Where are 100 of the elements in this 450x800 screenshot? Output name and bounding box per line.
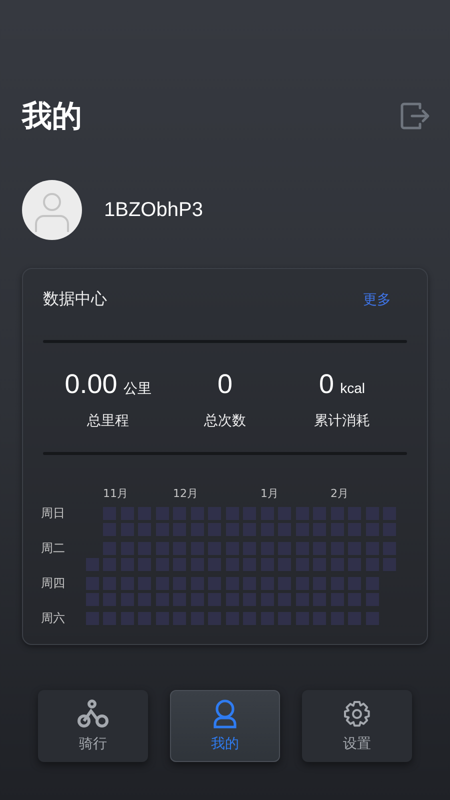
activity-cell [278, 522, 291, 536]
username: 1BZObhP3 [104, 198, 203, 222]
activity-cell [313, 522, 326, 536]
weekday-label: 周日 [41, 506, 65, 520]
activity-cell [226, 507, 238, 520]
activity-cell [138, 507, 151, 520]
activity-cell [330, 558, 344, 570]
activity-cell [383, 522, 396, 536]
activity-cell [383, 507, 396, 520]
stat-value: 0 [217, 369, 233, 400]
activity-cell [348, 577, 361, 590]
activity-cell [278, 577, 291, 590]
activity-cell [190, 507, 204, 520]
activity-cell [86, 577, 98, 590]
activity-cell [103, 592, 116, 606]
avatar-icon [22, 180, 82, 240]
activity-cell [208, 612, 221, 625]
stat-unit: 公里 [123, 380, 152, 398]
activity-cell [366, 612, 378, 625]
activity-cell [190, 542, 204, 555]
activity-cell [313, 507, 326, 520]
activity-cell [173, 507, 186, 520]
activity-cell [156, 542, 168, 555]
activity-cell [208, 522, 221, 536]
activity-cell [190, 522, 204, 536]
nav-tab[interactable]: 我的 [170, 690, 280, 762]
activity-cell [208, 592, 221, 606]
activity-cell [103, 522, 116, 536]
activity-cell [86, 592, 98, 606]
activity-cell [348, 522, 361, 536]
activity-cell [208, 542, 221, 555]
activity-cell [366, 507, 378, 520]
weekday-label: 周六 [41, 611, 65, 625]
nav-tab[interactable]: 设置 [302, 690, 412, 762]
activity-cell [330, 577, 344, 590]
activity-cell [226, 612, 238, 625]
activity-cell [366, 522, 378, 536]
activity-cell [208, 558, 221, 570]
activity-cell [348, 612, 361, 625]
activity-cell [156, 592, 168, 606]
more-link[interactable]: 更多 [363, 290, 391, 308]
activity-cell [366, 592, 378, 606]
activity-cell [156, 558, 168, 570]
activity-cell [243, 612, 256, 625]
month-label: 2月 [330, 486, 348, 501]
activity-cell [278, 507, 291, 520]
activity-cell [226, 577, 238, 590]
activity-cell [226, 558, 238, 570]
activity-cell [296, 577, 308, 590]
activity-cell [313, 542, 326, 555]
activity-cell [278, 612, 291, 625]
activity-cell [348, 507, 361, 520]
page-title: 我的 [22, 98, 82, 136]
activity-cell [243, 522, 256, 536]
activity-cell [296, 507, 308, 520]
activity-cell [226, 542, 238, 555]
activity-cell [190, 592, 204, 606]
activity-cell [260, 522, 274, 536]
activity-cell [260, 612, 274, 625]
activity-cell [190, 558, 204, 570]
activity-cell [173, 542, 186, 555]
activity-cell [138, 612, 151, 625]
activity-cell [190, 577, 204, 590]
activity-cell [156, 577, 168, 590]
month-label: 11月 [103, 486, 128, 501]
activity-cell [330, 542, 344, 555]
activity-cell [243, 558, 256, 570]
weekday-label: 周四 [41, 576, 65, 590]
activity-cell [278, 542, 291, 555]
activity-cell [296, 558, 308, 570]
activity-cell [103, 612, 116, 625]
activity-cell [120, 507, 134, 520]
activity-cell [348, 542, 361, 555]
activity-cell [120, 542, 134, 555]
activity-cell [296, 592, 308, 606]
activity-cell [348, 558, 361, 570]
activity-cell [366, 558, 378, 570]
activity-cell [120, 522, 134, 536]
activity-cell [173, 577, 186, 590]
activity-cell [86, 612, 98, 625]
stat-unit: kcal [340, 380, 365, 396]
activity-cell [156, 612, 168, 625]
settings-icon [342, 699, 372, 729]
stat-label: 总里程 [87, 412, 129, 430]
activity-cell [138, 558, 151, 570]
activity-cell [103, 507, 116, 520]
stat-value: 0.00 [64, 369, 118, 400]
activity-cell [330, 522, 344, 536]
activity-cell [208, 507, 221, 520]
nav-tab[interactable]: 骑行 [38, 690, 148, 762]
activity-cell [120, 558, 134, 570]
activity-cell [330, 612, 344, 625]
card-title: 数据中心 [43, 289, 107, 310]
activity-cell [173, 522, 186, 536]
activity-cell [243, 507, 256, 520]
activity-cell [383, 542, 396, 555]
activity-cell [190, 612, 204, 625]
activity-cell [366, 542, 378, 555]
activity-cell [313, 592, 326, 606]
activity-cell [120, 612, 134, 625]
